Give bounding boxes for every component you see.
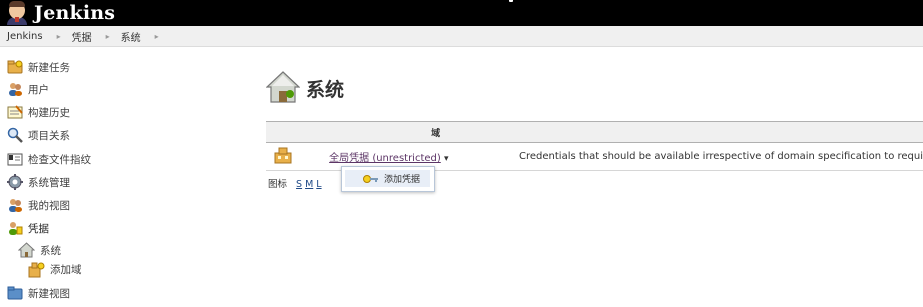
- header-indicator: [509, 0, 513, 2]
- breadcrumb-credentials[interactable]: 凭据: [72, 29, 92, 44]
- add-credentials-label: 添加凭据: [384, 175, 421, 185]
- icon-size-selector: 图标 SML: [268, 176, 322, 190]
- sidebar-item-credentials[interactable]: 凭据: [7, 219, 49, 237]
- page-header: Jenkins: [0, 0, 923, 26]
- magnifier-icon: [7, 127, 23, 143]
- credentials-icon: [7, 220, 23, 236]
- folder-icon: [7, 285, 23, 301]
- domain-icon-cell: [266, 142, 330, 171]
- sidebar-item-project-relationship[interactable]: 项目关系: [7, 126, 70, 144]
- icon-size-s[interactable]: S: [296, 179, 302, 190]
- page-title: 系统: [306, 78, 345, 101]
- domain-link[interactable]: 全局凭据 (unrestricted): [329, 153, 441, 164]
- sidebar-item-my-views[interactable]: 我的视图: [7, 196, 70, 214]
- notepad-icon: [7, 104, 23, 120]
- icon-size-l[interactable]: L: [316, 179, 321, 190]
- sidebar-item-system[interactable]: 系统: [17, 241, 61, 259]
- gear-icon: [7, 174, 23, 190]
- breadcrumb-separator-icon[interactable]: ▸: [57, 32, 61, 41]
- breadcrumb-separator-icon[interactable]: ▸: [155, 32, 159, 41]
- domain-icon: [274, 146, 292, 167]
- header-icon-col: [266, 121, 330, 143]
- sidebar-item-new-job[interactable]: 新建任务: [7, 58, 70, 76]
- breadcrumb-system[interactable]: 系统: [121, 29, 141, 44]
- domains-table: 域 全局凭据 (unrestricted) ▾ Credentials that…: [266, 121, 923, 171]
- add-credentials-menu-item[interactable]: 添加凭据: [345, 170, 430, 187]
- sidebar-item-manage[interactable]: 系统管理: [7, 173, 70, 191]
- home-icon: [17, 241, 36, 259]
- breadcrumb-jenkins[interactable]: Jenkins: [0, 31, 43, 42]
- breadcrumb-separator-icon[interactable]: ▸: [106, 32, 110, 41]
- sidebar-item-build-history[interactable]: 构建历史: [7, 103, 70, 121]
- icon-size-label: 图标: [268, 179, 288, 190]
- folder-add-icon: [7, 59, 23, 75]
- user-icon: [7, 197, 23, 213]
- domain-context-menu: 添加凭据: [341, 166, 435, 192]
- key-icon: [363, 174, 379, 184]
- domain-description: Credentials that should be available irr…: [519, 142, 923, 171]
- fingerprint-icon: [7, 151, 23, 167]
- header-description: [519, 121, 923, 143]
- jenkins-logo[interactable]: Jenkins: [6, 0, 115, 26]
- sidebar-item-people[interactable]: 用户: [7, 80, 49, 98]
- jenkins-butler-icon: [6, 1, 28, 25]
- sidebar-item-new-view[interactable]: 新建视图: [7, 284, 70, 302]
- page-title-row: 系统: [265, 70, 345, 107]
- chevron-down-icon[interactable]: ▾: [444, 154, 449, 164]
- header-domain: 域: [329, 121, 520, 143]
- icon-size-m[interactable]: M: [305, 179, 313, 190]
- sidebar-item-add-domain[interactable]: 添加域: [28, 260, 82, 278]
- breadcrumb: Jenkins ▸ 凭据 ▸ 系统 ▸: [0, 26, 923, 47]
- users-icon: [7, 81, 23, 97]
- domain-add-icon: [28, 261, 45, 278]
- logo-text: Jenkins: [34, 2, 116, 24]
- sidebar-item-fingerprint[interactable]: 检查文件指纹: [7, 150, 91, 168]
- table-header-row: 域: [266, 121, 923, 143]
- system-home-icon: [265, 70, 301, 107]
